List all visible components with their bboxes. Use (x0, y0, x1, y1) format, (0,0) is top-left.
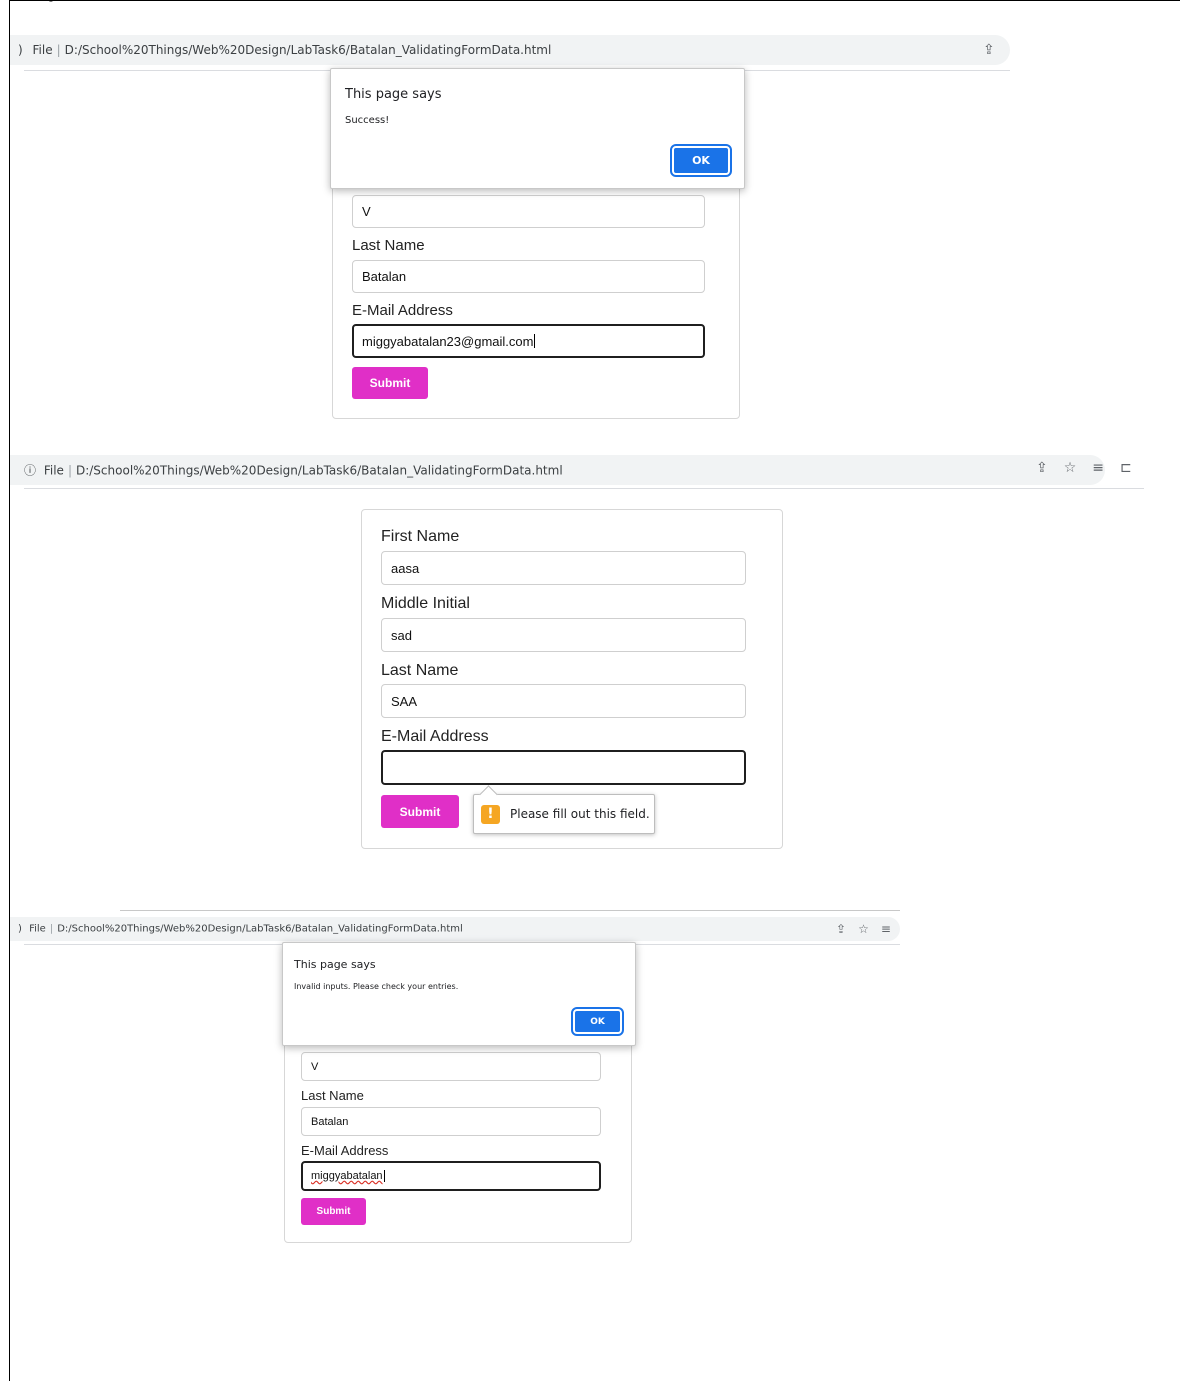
file-label: File (29, 923, 46, 935)
share-icon[interactable]: ⇪ (1036, 460, 1048, 476)
toolbar-divider (24, 488, 1144, 489)
warning-icon: ! (481, 804, 500, 824)
text-caret (383, 1170, 385, 1182)
info-icon: ⓘ (24, 463, 37, 478)
star-icon[interactable]: ☆ (1064, 460, 1077, 476)
ok-button[interactable]: OK (571, 1007, 624, 1036)
email-input[interactable]: miggyabatalan (301, 1161, 601, 1191)
screenshot-success: ) File | D:/School%20Things/Web%20Design/L… (10, 30, 1020, 425)
email-input[interactable]: miggyabatalan23@gmail.com (352, 324, 705, 358)
reading-list-icon[interactable]: ≡ (1092, 460, 1104, 476)
last-name-label: Last Name (301, 1088, 364, 1103)
middle-initial-label: Middle Initial (381, 595, 470, 612)
address-bar[interactable]: ) File | D:/School%20Things/Web%20Design/L… (10, 917, 900, 941)
email-input[interactable] (381, 750, 746, 785)
menu-icon[interactable]: ≡ (881, 922, 891, 936)
alert-dialog-success: This page says Success! OK (330, 68, 745, 189)
middle-initial-input[interactable]: V (352, 195, 705, 228)
alert-dialog-invalid: This page says Invalid inputs. Please ch… (282, 942, 636, 1046)
screenshot-required-field: ⓘ File | D:/School%20Things/Web%20Design/L… (10, 448, 1170, 858)
first-name-input[interactable]: aasa (381, 551, 746, 585)
screenshot-invalid: ) File | D:/School%20Things/Web%20Design/L… (10, 907, 905, 1247)
email-label: E-Mail Address (352, 302, 453, 319)
validation-tooltip: ! Please fill out this field. (473, 785, 655, 834)
dialog-message: Invalid inputs. Please check your entrie… (294, 982, 459, 991)
last-name-label: Last Name (352, 237, 425, 254)
dialog-message: Success! (345, 115, 390, 126)
first-name-label: First Name (381, 528, 460, 545)
middle-initial-input[interactable]: sad (381, 618, 746, 652)
address-bar[interactable]: ⓘ File | D:/School%20Things/Web%20Design/L… (10, 455, 1105, 485)
info-icon: ) (18, 923, 22, 935)
side-panel-icon[interactable]: ⊏ (1120, 460, 1132, 476)
submit-button[interactable]: Submit (352, 367, 428, 399)
url-text: D:/School%20Things/Web%20Design/LabTask6… (57, 923, 463, 935)
url-text: D:/School%20Things/Web%20Design/LabTask6… (75, 463, 563, 478)
address-bar[interactable]: ) File | D:/School%20Things/Web%20Design/L… (10, 35, 1010, 65)
dialog-title: This page says (294, 958, 376, 971)
submit-button[interactable]: Submit (301, 1198, 366, 1225)
share-icon[interactable]: ⇪ (983, 42, 995, 58)
email-label: E-Mail Address (381, 728, 489, 745)
document-heading-fragment: Outp (10, 0, 70, 3)
last-name-label: Last Name (381, 662, 459, 679)
toolbar-icons: ⇪ ☆ ≡ ⊏ (1036, 460, 1132, 476)
email-label: E-Mail Address (301, 1143, 389, 1158)
top-edge (120, 910, 900, 911)
url-text: D:/School%20Things/Web%20Design/LabTask6… (64, 43, 552, 57)
file-label: File (43, 463, 64, 478)
dialog-title: This page says (345, 87, 442, 102)
ok-button[interactable]: OK (670, 144, 732, 177)
last-name-input[interactable]: Batalan (352, 260, 705, 293)
text-caret (534, 334, 536, 348)
last-name-input[interactable]: SAA (381, 684, 746, 718)
submit-button[interactable]: Submit (381, 795, 459, 828)
middle-initial-input[interactable]: V (301, 1052, 601, 1081)
info-icon: ) (18, 43, 23, 57)
share-icon[interactable]: ⇪ (836, 922, 846, 936)
last-name-input[interactable]: Batalan (301, 1107, 601, 1136)
star-icon[interactable]: ☆ (858, 922, 869, 936)
file-label: File (32, 43, 53, 57)
tooltip-message: Please fill out this field. (510, 807, 650, 821)
